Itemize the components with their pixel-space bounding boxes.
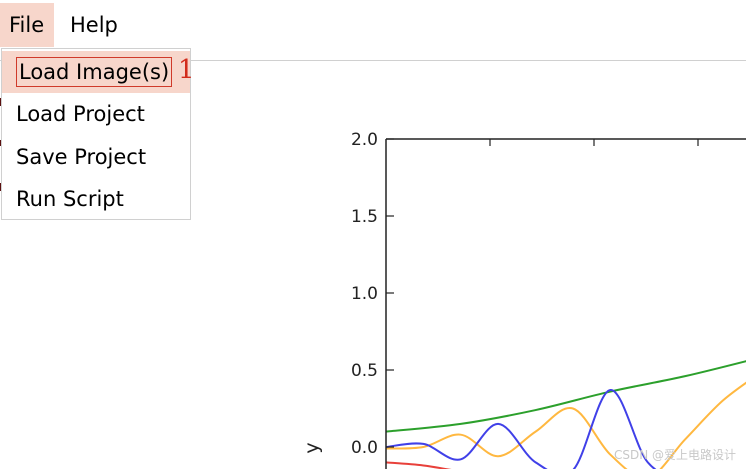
menu-help[interactable]: Help — [61, 3, 127, 47]
y-tick-label: 1.0 — [351, 284, 378, 304]
file-dropdown-menu: Load Image(s) Load Project Save Project … — [1, 48, 191, 220]
y-tick-label: 0.5 — [351, 361, 378, 381]
watermark: CSDN @爱上电路设计 — [613, 448, 736, 462]
y-tick-label: 2.0 — [351, 130, 378, 150]
menu-item-save-project[interactable]: Save Project — [2, 136, 190, 178]
menu-item-label: Load Image(s) — [16, 57, 173, 87]
y-tick-label: 1.5 — [351, 207, 378, 227]
menu-item-run-script[interactable]: Run Script — [2, 178, 190, 220]
y-axis-label: y — [301, 442, 323, 453]
menu-item-load-project[interactable]: Load Project — [2, 93, 190, 135]
annotation-number: 1 — [178, 55, 195, 85]
y-tick-label: 0.0 — [351, 438, 378, 458]
green-series-line — [385, 360, 746, 433]
menu-bar: File Help — [0, 0, 746, 48]
menu-file[interactable]: File — [0, 3, 54, 47]
menu-item-load-images[interactable]: Load Image(s) — [2, 51, 190, 93]
red-series-line — [385, 461, 452, 469]
